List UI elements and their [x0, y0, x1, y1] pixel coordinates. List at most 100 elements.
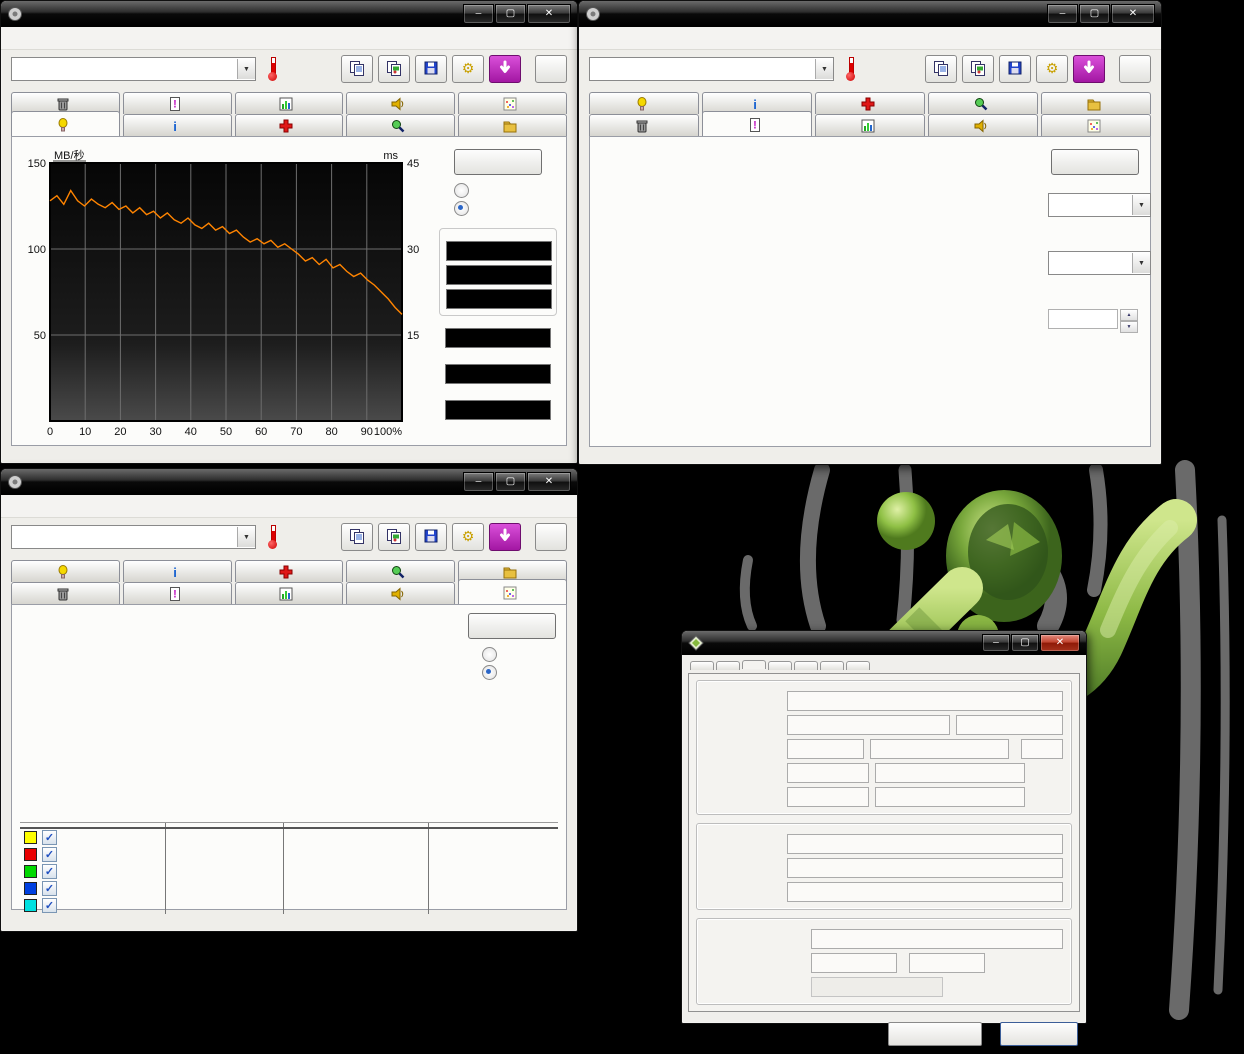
tab-file-benchmark[interactable]: ! [123, 582, 232, 604]
tab-erase[interactable] [589, 114, 699, 136]
menu-file[interactable] [11, 37, 15, 39]
chevron-down-icon[interactable] [237, 527, 255, 547]
copy-text-button[interactable] [341, 523, 373, 551]
tab-benchmark[interactable] [11, 560, 120, 582]
drive-select[interactable] [11, 57, 256, 81]
maximize-button[interactable] [1079, 4, 1110, 24]
tab-graphics[interactable] [820, 661, 844, 670]
tab-spd[interactable] [794, 661, 818, 670]
tab-health[interactable] [235, 560, 344, 582]
save-button[interactable] [415, 523, 447, 551]
series-checkbox[interactable]: ✓ [42, 898, 57, 913]
close-button[interactable] [1040, 634, 1080, 652]
tab-health[interactable] [815, 92, 925, 114]
validate-button[interactable] [888, 1022, 982, 1046]
tab-random-access[interactable] [1041, 114, 1151, 136]
read-radio[interactable] [482, 647, 502, 662]
chevron-down-icon[interactable] [815, 59, 833, 79]
menu-file[interactable] [589, 37, 593, 39]
close-button[interactable] [527, 472, 571, 492]
tab-benchmark[interactable] [589, 92, 699, 114]
tab-disk-info[interactable]: i [123, 114, 232, 136]
drive-select[interactable] [11, 525, 256, 549]
chevron-down-icon[interactable] [237, 59, 255, 79]
copy-image-button[interactable] [962, 55, 994, 83]
tab-random-access[interactable] [458, 92, 567, 114]
title-bar[interactable] [579, 1, 1161, 27]
spinner-down-button[interactable]: ▼ [1120, 321, 1138, 333]
tab-folder-usage[interactable] [458, 114, 567, 136]
menu-file[interactable] [11, 505, 15, 507]
start-button[interactable] [468, 613, 556, 639]
file-length-select[interactable] [1048, 251, 1151, 275]
tab-health[interactable] [235, 114, 344, 136]
menu-help[interactable] [35, 505, 39, 507]
options-button[interactable]: ⚙ [1036, 55, 1068, 83]
series-checkbox[interactable]: ✓ [42, 847, 57, 862]
tab-disk-info[interactable]: i [123, 560, 232, 582]
tab-mainboard[interactable] [742, 660, 766, 669]
tab-tools[interactable] [346, 582, 455, 604]
tab-erase[interactable] [11, 582, 120, 604]
exit-button[interactable] [1119, 55, 1151, 83]
tab-tools[interactable] [928, 114, 1038, 136]
read-radio[interactable] [454, 183, 474, 198]
maximize-button[interactable] [1011, 634, 1039, 652]
copy-image-button[interactable] [378, 523, 410, 551]
download-arrow-button[interactable] [489, 523, 521, 551]
title-bar[interactable] [1, 1, 577, 27]
delay-input[interactable] [1048, 309, 1118, 329]
minimize-button[interactable] [463, 4, 494, 24]
spinner-up-button[interactable]: ▲ [1120, 309, 1138, 321]
tab-tools[interactable] [346, 92, 455, 114]
tab-random-access[interactable] [458, 579, 567, 605]
drive-select[interactable] [589, 57, 834, 81]
tab-error-scan[interactable] [346, 114, 455, 136]
tab-benchmark[interactable] [11, 111, 120, 137]
exit-button[interactable] [535, 523, 567, 551]
maximize-button[interactable] [495, 472, 526, 492]
copy-image-button[interactable] [378, 55, 410, 83]
chevron-down-icon[interactable] [1132, 195, 1150, 215]
download-arrow-button[interactable] [1073, 55, 1105, 83]
title-bar[interactable] [682, 631, 1086, 655]
tab-disk-monitor[interactable] [815, 114, 925, 136]
download-arrow-button[interactable] [489, 55, 521, 83]
minimize-button[interactable] [982, 634, 1010, 652]
tab-cpu[interactable] [690, 661, 714, 670]
save-button[interactable] [999, 55, 1031, 83]
tab-file-benchmark[interactable]: ! [123, 92, 232, 114]
disk-select[interactable] [1048, 193, 1151, 217]
series-checkbox[interactable]: ✓ [42, 881, 57, 896]
tab-error-scan[interactable] [346, 560, 455, 582]
tab-file-benchmark[interactable]: ! [702, 111, 812, 137]
write-radio[interactable] [482, 665, 502, 680]
menu-help[interactable] [35, 37, 39, 39]
series-checkbox[interactable]: ✓ [42, 864, 57, 879]
tab-about[interactable] [846, 661, 870, 670]
minimize-button[interactable] [463, 472, 494, 492]
options-button[interactable]: ⚙ [452, 55, 484, 83]
options-button[interactable]: ⚙ [452, 523, 484, 551]
tab-memory[interactable] [768, 661, 792, 670]
start-button[interactable] [454, 149, 542, 175]
maximize-button[interactable] [495, 4, 526, 24]
write-radio[interactable] [454, 201, 474, 216]
copy-text-button[interactable] [341, 55, 373, 83]
tab-error-scan[interactable] [928, 92, 1038, 114]
tab-disk-monitor[interactable] [235, 582, 344, 604]
tab-folder-usage[interactable] [1041, 92, 1151, 114]
chevron-down-icon[interactable] [1132, 253, 1150, 273]
close-button[interactable] [1111, 4, 1155, 24]
copy-text-button[interactable] [925, 55, 957, 83]
close-button[interactable] [527, 4, 571, 24]
save-button[interactable] [415, 55, 447, 83]
menu-help[interactable] [613, 37, 617, 39]
minimize-button[interactable] [1047, 4, 1078, 24]
tab-caches[interactable] [716, 661, 740, 670]
ok-button[interactable] [1000, 1022, 1078, 1046]
exit-button[interactable] [535, 55, 567, 83]
tab-disk-monitor[interactable] [235, 92, 344, 114]
title-bar[interactable] [1, 469, 577, 495]
series-checkbox[interactable]: ✓ [42, 830, 57, 845]
